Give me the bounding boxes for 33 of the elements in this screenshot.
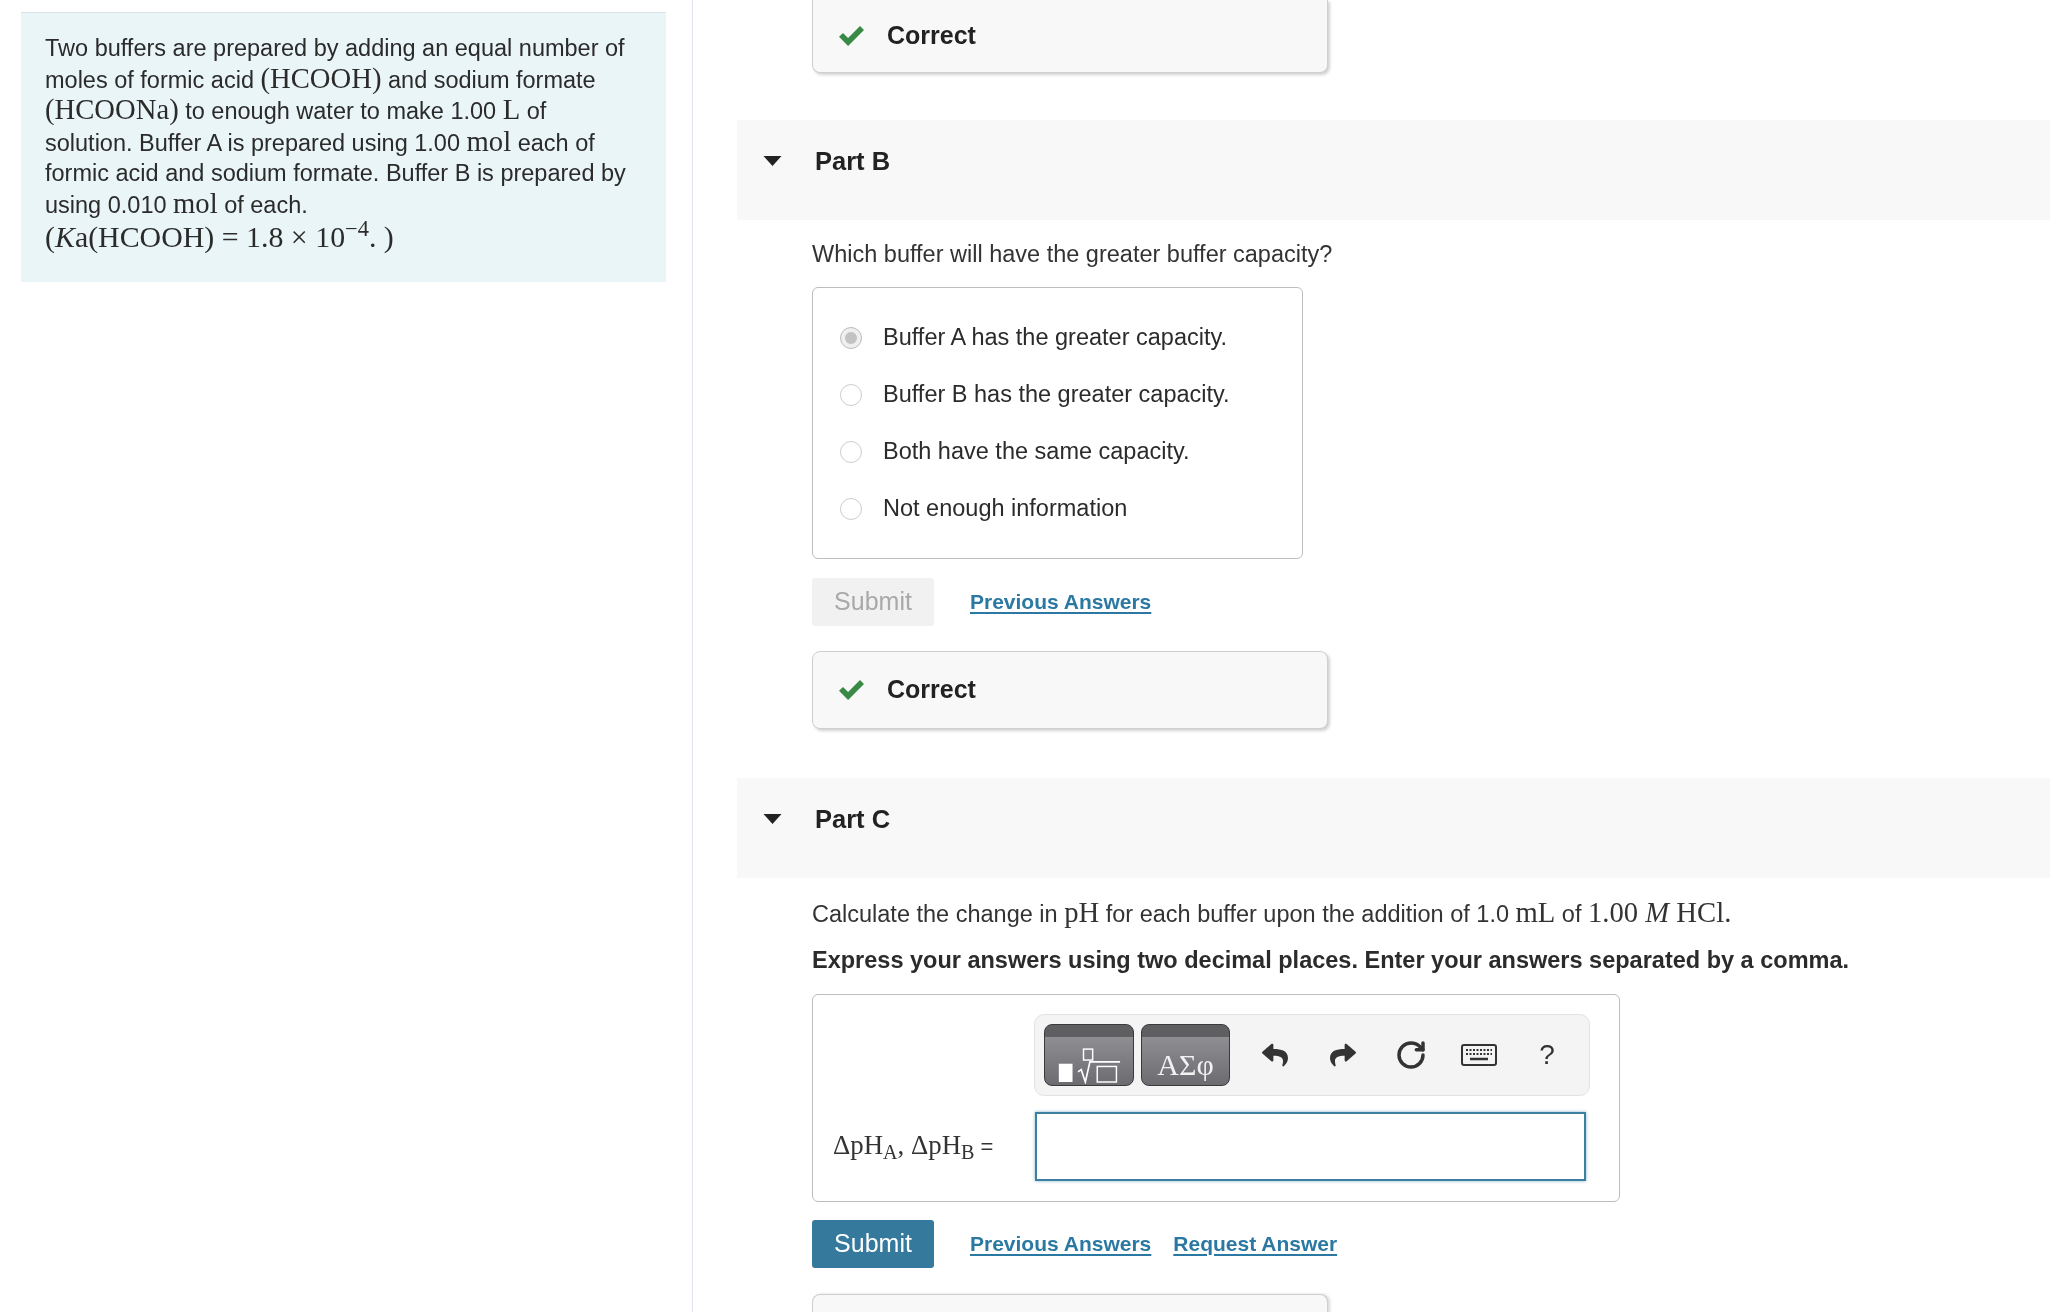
option-label: Buffer A has the greater capacity. [883, 322, 1227, 352]
part-title: Part C [815, 803, 891, 835]
radio-button[interactable] [840, 440, 862, 463]
problem-text: Two buffers are prepared by adding an equal number of moles of formic acid (HCOOH) and sodium formate (HCOONa) to enough water to make 1.00 L of solution. Buffer A is prepared using 1.00 mol each of formic acid and sodium formate. Buffer B is prepared by using 0.010 mol of each. [45, 34, 627, 220]
redo-icon [1330, 1042, 1356, 1068]
root-template-icon [1057, 1048, 1121, 1084]
option-label: Buffer B has the greater capacity. [883, 379, 1230, 409]
radio-button[interactable] [840, 326, 862, 349]
template-button[interactable] [1044, 1024, 1134, 1086]
part-header[interactable]: Part C [737, 778, 2050, 878]
submit-button[interactable]: Submit [812, 1220, 934, 1268]
feedback-text: Correct [887, 20, 976, 52]
equation-text: (Ka(HCOOH) = 1.8 × 10$^{−4}$. ) [45, 220, 395, 255]
option-label: Both have the same capacity. [883, 436, 1190, 466]
question-text: Calculate the change in pH for each buffer upon the addition of 1.0 mL of 1.00 M HCl. [812, 898, 1733, 928]
symbols-button[interactable]: ΑΣφ [1141, 1024, 1230, 1086]
link[interactable]: Request Answer [1173, 1228, 1338, 1260]
feedback-text: Correct [887, 674, 976, 706]
keyboard-icon [1461, 1044, 1497, 1066]
answer-label: ΔpH$_{A}$, ΔpH$_{B}$ = [833, 1130, 995, 1163]
link[interactable]: Previous Answers [970, 1228, 1152, 1260]
part-title: Part B [815, 145, 891, 177]
instruction-text: Express your answers using two decimal places. Enter your answers separated by a comma. [812, 946, 1851, 974]
undo-icon [1262, 1042, 1288, 1068]
option-label: Not enough information [883, 493, 1128, 523]
part-header[interactable]: Part B [737, 120, 2050, 220]
help-button[interactable]: ? [1525, 1033, 1569, 1077]
radio-button[interactable] [840, 383, 862, 406]
reset-icon [1395, 1039, 1427, 1071]
radio-button[interactable] [840, 497, 862, 520]
link[interactable]: Previous Answers [970, 586, 1152, 618]
answer-input[interactable] [1035, 1112, 1586, 1181]
question-text: Which buffer will have the greater buffer capacity? [812, 240, 1334, 268]
